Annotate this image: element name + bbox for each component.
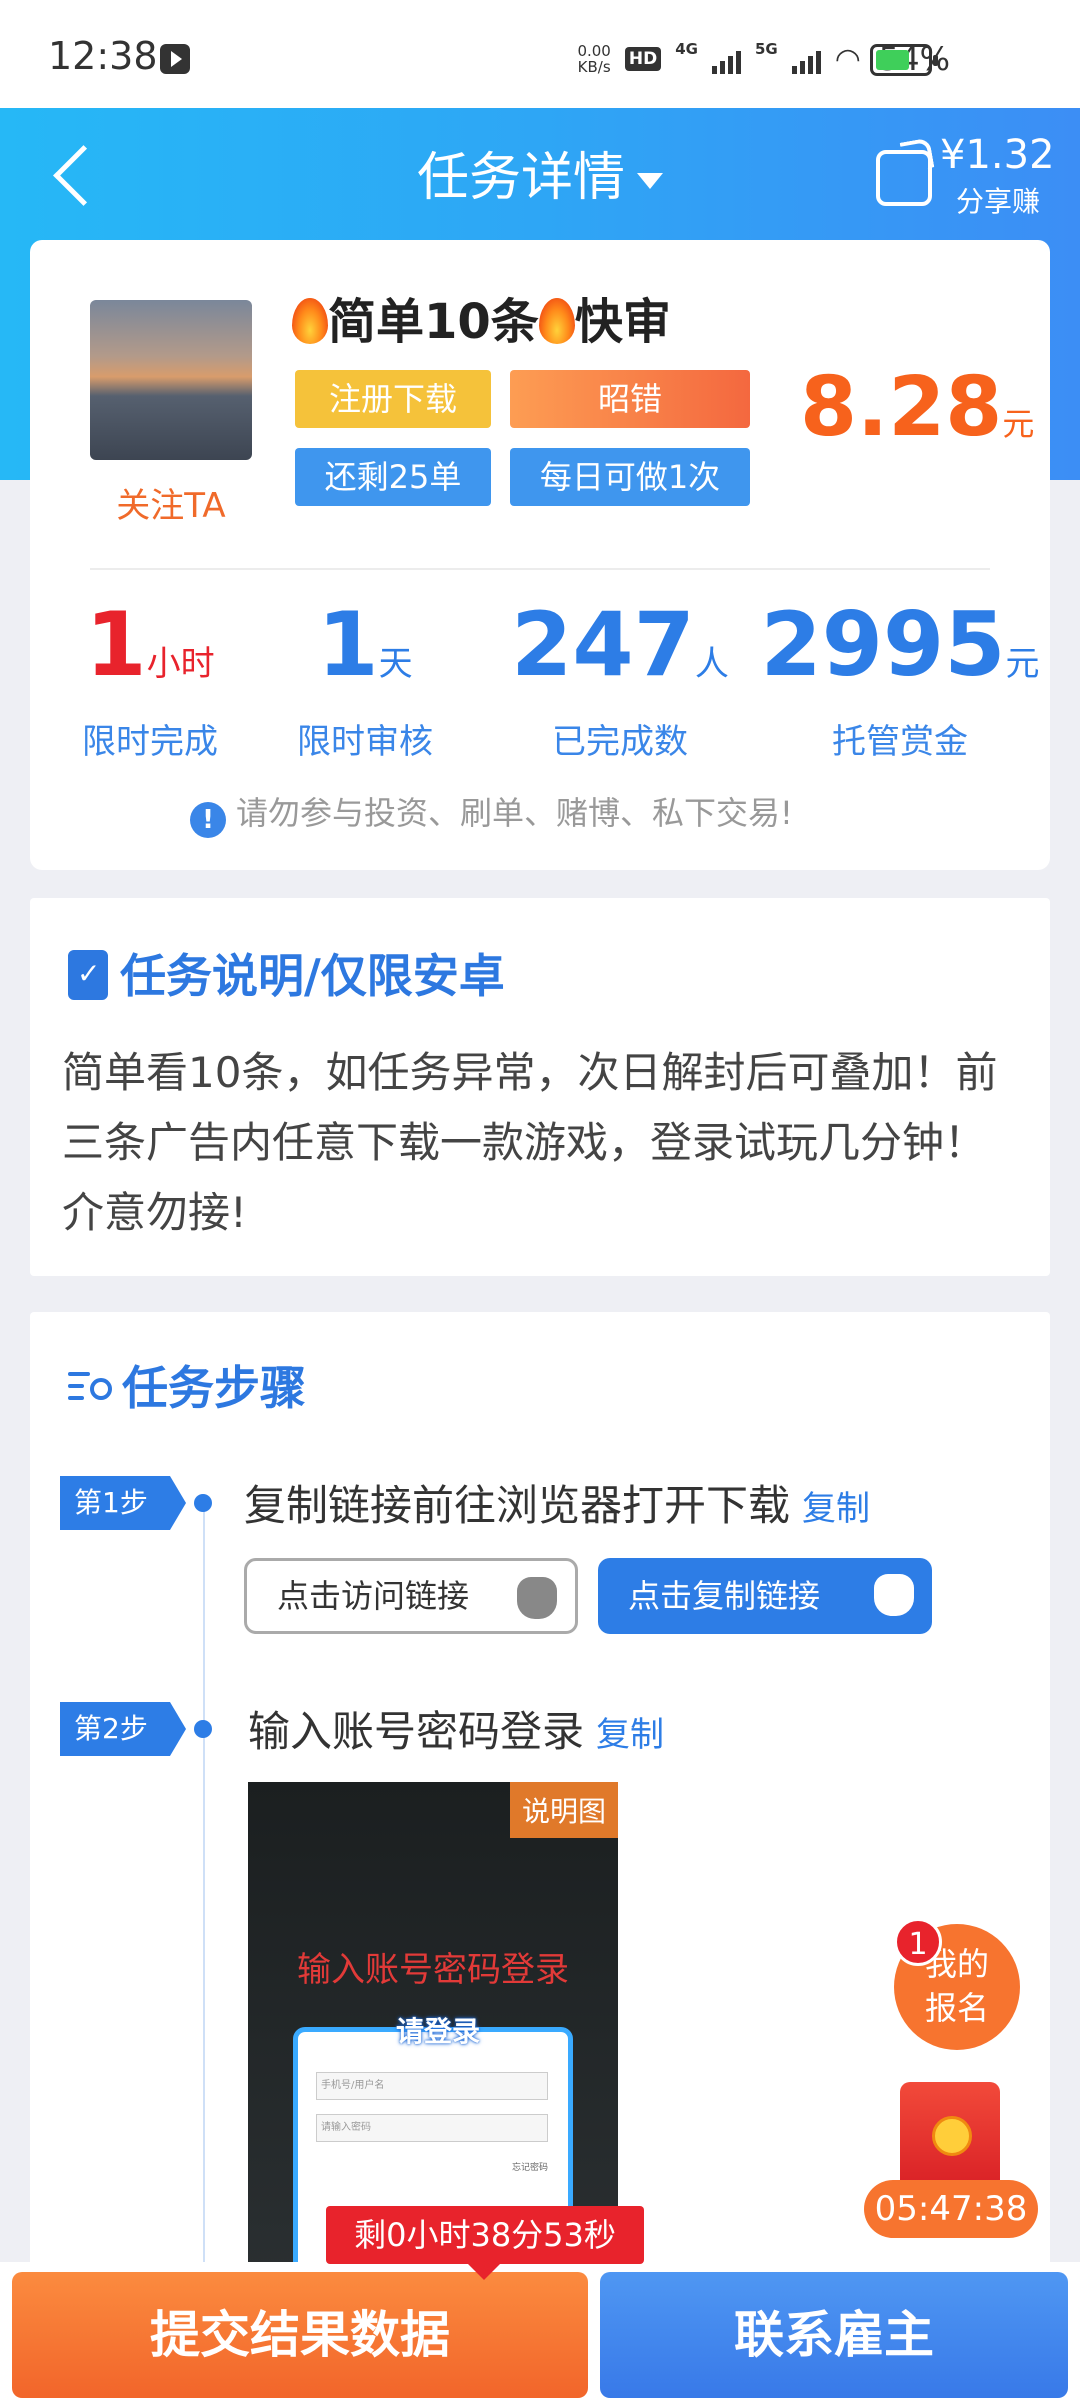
notification-badge: 1 xyxy=(894,1918,942,1966)
red-packet-icon[interactable] xyxy=(900,2082,1000,2192)
network-4g-label: 4G xyxy=(675,40,698,58)
task-title: 简单10条 快审 xyxy=(292,282,671,352)
step-badge: 第2步 xyxy=(60,1702,186,1756)
publisher-avatar[interactable] xyxy=(90,300,252,460)
visit-link-button[interactable]: 点击访问链接 xyxy=(244,1558,578,1634)
tag-category: 注册下载 xyxy=(295,370,491,428)
hand-pointer-icon xyxy=(874,1574,914,1616)
stat-value: 247 xyxy=(511,593,695,696)
share-amount[interactable]: ¥1.32 xyxy=(940,132,1055,178)
copy-button[interactable]: 复制 xyxy=(802,1489,870,1529)
stat-value: 2995 xyxy=(760,593,1006,696)
stat-unit: 人 xyxy=(694,644,729,684)
price-value: 8.28 xyxy=(800,360,1003,455)
stat-label: 托管赏金 xyxy=(832,722,968,762)
page-title-text: 任务详情 xyxy=(416,148,625,208)
instruction-image[interactable]: 说明图 输入账号密码登录 请登录 手机号/用户名 请输入密码 忘记密码 xyxy=(248,1782,618,2272)
tag-remaining: 还剩25单 xyxy=(295,448,491,506)
task-steps-card: 任务步骤 第1步 复制链接前往浏览器打开下载 复制 点击访问链接 点击复制链接 第… xyxy=(30,1312,1050,2300)
timeline-dot xyxy=(194,1720,212,1738)
stat-value: 1 xyxy=(85,593,147,696)
network-5g-label: 5G xyxy=(754,40,778,58)
contact-employer-button[interactable]: 联系雇主 xyxy=(600,2272,1068,2398)
alert-icon: ! xyxy=(190,802,226,838)
warning-notice: ! 请勿参与投资、刷单、赌博、私下交易! xyxy=(190,788,793,838)
follow-button[interactable]: 关注TA xyxy=(90,478,252,527)
button-label: 点击复制链接 xyxy=(628,1577,821,1615)
tag-publisher: 昭错 xyxy=(510,370,750,428)
task-price: 8.28元 xyxy=(800,360,1034,455)
stat-unit: 元 xyxy=(1005,644,1040,684)
fire-icon xyxy=(292,298,328,344)
net-speed-unit: KB/s xyxy=(577,58,611,76)
signup-label-line2: 报名 xyxy=(924,1989,989,2027)
countdown-tooltip: 剩0小时38分53秒 xyxy=(326,2206,644,2280)
share-label[interactable]: 分享赚 xyxy=(956,180,1040,220)
step-text-content: 输入账号密码登录 xyxy=(248,1707,585,1756)
button-label: 点击访问链接 xyxy=(277,1577,470,1615)
red-packet-timer: 05:47:38 xyxy=(864,2180,1038,2238)
copy-button[interactable]: 复制 xyxy=(596,1715,664,1755)
status-time: 12:38 xyxy=(48,34,158,78)
task-description: 简单看10条，如任务异常，次日解封后可叠加！前三条广告内任意下载一款游戏，登录试… xyxy=(62,1048,998,1237)
task-summary-card: 关注TA 简单10条 快审 注册下载 昭错 还剩25单 每日可做1次 8.28元 … xyxy=(30,240,1050,870)
price-unit: 元 xyxy=(1002,405,1035,443)
section-title: 任务说明/仅限安卓 xyxy=(68,940,505,1006)
stat-label: 已完成数 xyxy=(552,722,688,762)
timeline-line xyxy=(203,1500,205,2300)
hand-pointer-icon xyxy=(517,1577,557,1619)
login-forgot-text: 忘记密码 xyxy=(511,2163,548,2173)
warning-text: 请勿参与投资、刷单、赌博、私下交易! xyxy=(236,794,793,832)
battery-icon xyxy=(870,44,938,76)
step-text: 输入账号密码登录 复制 xyxy=(248,1698,664,1759)
copy-link-button[interactable]: 点击复制链接 xyxy=(598,1558,932,1634)
stat-label: 限时审核 xyxy=(297,722,433,762)
timeline-dot xyxy=(194,1494,212,1512)
bottom-action-bar: 提交结果数据 联系雇主 xyxy=(0,2262,1080,2408)
section-title-text: 任务说明/仅限安卓 xyxy=(120,949,505,1003)
instruction-image-heading: 输入账号密码登录 xyxy=(297,1950,569,1990)
tag-daily-limit: 每日可做1次 xyxy=(510,448,750,506)
stat-review-limit: 1天 限时审核 xyxy=(275,595,455,763)
wifi-icon: ◠ xyxy=(834,41,861,77)
status-bar: 12:38 0.00 KB/s HD 4G 5G ◠ 54% xyxy=(0,0,1080,108)
task-title-suffix: 快审 xyxy=(574,294,671,350)
stat-unit: 小时 xyxy=(146,644,215,684)
instruction-image-tag: 说明图 xyxy=(509,1782,618,1838)
share-icon[interactable] xyxy=(876,150,932,206)
stat-unit: 天 xyxy=(378,644,413,684)
divider xyxy=(90,568,990,570)
stat-value: 1 xyxy=(317,593,379,696)
media-play-icon xyxy=(160,44,190,74)
net-speed-value: 0.00 xyxy=(577,42,611,60)
task-title-text: 简单10条 xyxy=(328,294,539,350)
stat-escrow: 2995元 托管赏金 xyxy=(760,595,1040,763)
list-search-icon xyxy=(68,1366,118,1410)
login-field-password: 请输入密码 xyxy=(316,2114,548,2142)
signal-icon xyxy=(791,44,821,74)
stat-completed: 247人 已完成数 xyxy=(490,595,750,763)
signal-icon xyxy=(711,44,741,74)
step-text-content: 复制链接前往浏览器打开下载 xyxy=(244,1481,791,1530)
hd-icon: HD xyxy=(624,47,662,71)
stat-label: 限时完成 xyxy=(82,722,218,762)
fire-icon xyxy=(538,298,575,344)
section-title-text: 任务步骤 xyxy=(122,1361,306,1415)
clipboard-icon xyxy=(68,950,108,1000)
net-speed: 0.00 KB/s xyxy=(577,43,610,75)
section-title: 任务步骤 xyxy=(68,1352,306,1418)
submit-results-button[interactable]: 提交结果数据 xyxy=(12,2272,588,2398)
chevron-down-icon xyxy=(637,173,663,189)
login-field-username: 手机号/用户名 xyxy=(316,2072,548,2100)
step-text: 复制链接前往浏览器打开下载 复制 xyxy=(244,1472,870,1533)
task-description-card: 任务说明/仅限安卓 简单看10条，如任务异常，次日解封后可叠加！前三条广告内任意… xyxy=(30,898,1050,1276)
step-badge: 第1步 xyxy=(60,1476,186,1530)
stat-time-limit: 1小时 限时完成 xyxy=(60,595,240,763)
login-box-title: 请登录 xyxy=(395,2015,480,2048)
